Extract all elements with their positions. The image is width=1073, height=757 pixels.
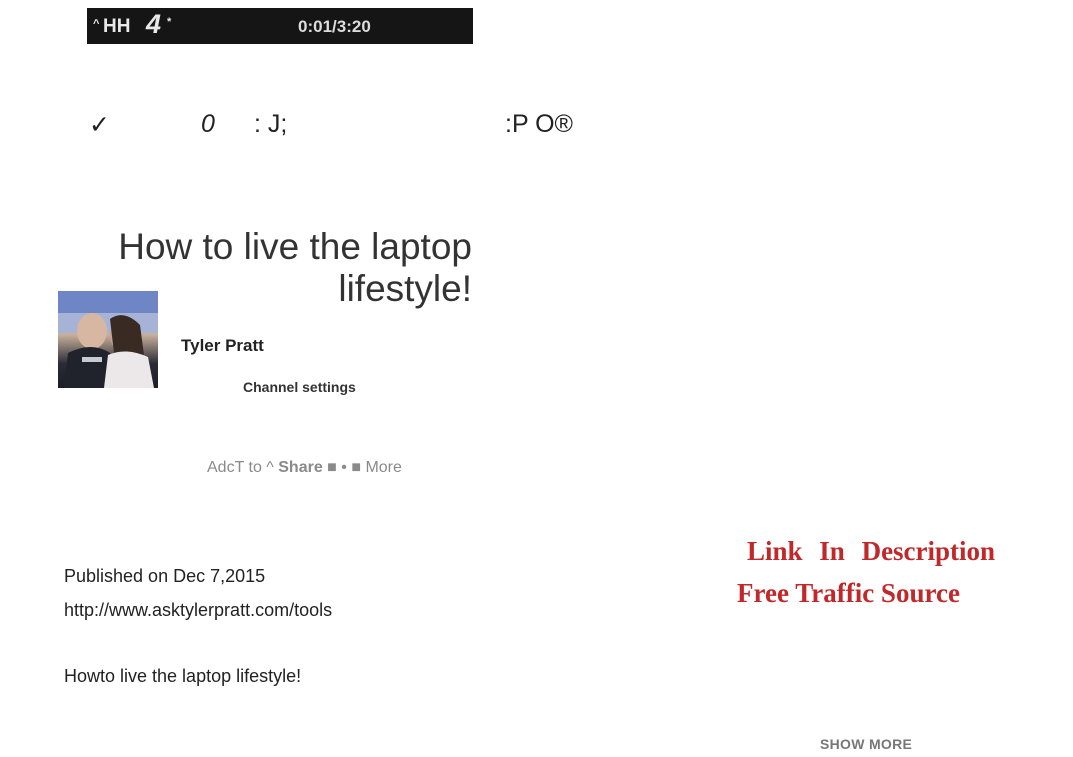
promo-text-line-2: Free Traffic Source [737, 578, 960, 608]
promo-text-line-1: Link In Description [747, 536, 996, 566]
reaction-glyphs[interactable]: : J; [254, 110, 287, 139]
player-quality-label[interactable]: HH [103, 16, 130, 38]
volume-mark: * [167, 16, 172, 28]
add-to-button[interactable]: AdcT to ^ [207, 459, 274, 476]
avatar[interactable] [58, 291, 158, 388]
channel-settings-button[interactable]: Channel settings [243, 379, 356, 395]
description-link[interactable]: http://www.asktylerpratt.com/tools [64, 600, 332, 621]
playback-time: 0:01/3:20 [298, 17, 371, 36]
show-more-button[interactable]: SHOW MORE [820, 736, 912, 752]
video-action-row: AdcT to ^ Share ■ • ■ More [207, 459, 402, 477]
avatar-photo [58, 291, 158, 388]
expand-caret-icon[interactable]: ^ [93, 18, 99, 30]
player-control-bar: ^ HH 4 * 0:01/3:20 [87, 8, 473, 44]
check-icon[interactable]: ✓ [89, 110, 110, 140]
channel-owner-name[interactable]: Tyler Pratt [181, 336, 264, 356]
share-button[interactable]: Share [278, 459, 322, 476]
more-separator: ■ • ■ [327, 459, 361, 476]
video-title-line-1: How to live the laptop [118, 226, 472, 267]
share-glyphs[interactable]: :P O® [505, 110, 573, 139]
more-button[interactable]: More [365, 459, 401, 476]
like-count[interactable]: 0 [201, 110, 215, 139]
published-date: Published on Dec 7,2015 [64, 566, 266, 586]
description-text: Howto live the laptop lifestyle! [64, 666, 302, 686]
volume-icon[interactable]: 4 [146, 9, 161, 40]
